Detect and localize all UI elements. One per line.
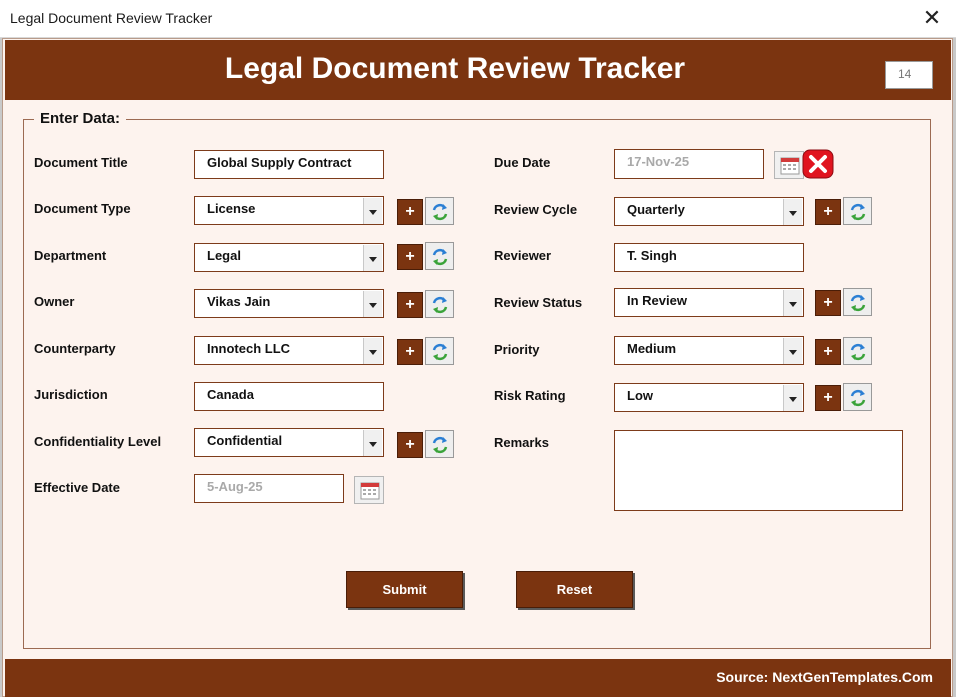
form-header: Legal Document Review Tracker 14 — [5, 40, 951, 100]
counterparty-label: Counterparty — [34, 341, 116, 356]
owner-label: Owner — [34, 294, 75, 309]
jurisdiction-value: Canada — [207, 387, 254, 402]
add-risk-rating-button[interactable]: + — [815, 385, 841, 411]
reviewer-value: T. Singh — [627, 248, 677, 263]
department-value: Legal — [207, 248, 241, 263]
chevron-down-icon[interactable] — [363, 430, 382, 456]
add-review-status-button[interactable]: + — [815, 290, 841, 316]
document-title-value: Global Supply Contract — [207, 155, 352, 170]
document-title-input[interactable]: Global Supply Contract — [194, 150, 384, 179]
due-date-label: Due Date — [494, 155, 551, 170]
risk-rating-select[interactable]: Low — [614, 383, 804, 412]
confidentiality-level-label: Confidentiality Level — [34, 434, 162, 449]
refresh-icon[interactable] — [425, 242, 454, 270]
review-cycle-select[interactable]: Quarterly — [614, 197, 804, 226]
window-titlebar: Legal Document Review Tracker ✕ — [0, 0, 956, 38]
review-cycle-label: Review Cycle — [494, 202, 578, 217]
window-title: Legal Document Review Tracker — [10, 10, 213, 26]
due-date-value: 17-Nov-25 — [627, 154, 690, 169]
add-document-type-button[interactable]: + — [397, 199, 423, 225]
record-counter: 14 — [885, 61, 933, 89]
risk-rating-value: Low — [627, 388, 653, 403]
priority-label: Priority — [494, 342, 540, 357]
effective-date-input[interactable]: 5-Aug-25 — [194, 474, 344, 503]
refresh-icon[interactable] — [425, 290, 454, 318]
refresh-icon[interactable] — [843, 197, 872, 225]
source-credit: Source: NextGenTemplates.Com — [716, 669, 933, 685]
effective-date-label: Effective Date — [34, 480, 120, 495]
chevron-down-icon[interactable] — [363, 245, 382, 271]
clear-x-icon[interactable] — [802, 149, 834, 179]
owner-select[interactable]: Vikas Jain — [194, 289, 384, 318]
remarks-textarea[interactable] — [614, 430, 903, 511]
jurisdiction-input[interactable]: Canada — [194, 382, 384, 411]
review-status-label: Review Status — [494, 295, 583, 310]
chevron-down-icon[interactable] — [363, 291, 382, 317]
department-label: Department — [34, 248, 107, 263]
calendar-icon[interactable] — [774, 151, 804, 179]
effective-date-value: 5-Aug-25 — [207, 479, 263, 494]
close-icon[interactable]: ✕ — [916, 3, 948, 33]
jurisdiction-label: Jurisdiction — [34, 387, 108, 402]
reset-button[interactable]: Reset — [516, 571, 633, 608]
frame-legend: Enter Data: — [34, 110, 127, 127]
calendar-icon[interactable] — [354, 476, 384, 504]
confidentiality-level-value: Confidential — [207, 433, 283, 448]
refresh-icon[interactable] — [843, 337, 872, 365]
add-priority-button[interactable]: + — [815, 339, 841, 365]
refresh-icon[interactable] — [843, 383, 872, 411]
review-status-value: In Review — [627, 293, 687, 308]
document-title-label: Document Title — [34, 155, 128, 170]
page-title: Legal Document Review Tracker — [224, 52, 686, 85]
review-cycle-value: Quarterly — [627, 202, 685, 217]
add-review-cycle-button[interactable]: + — [815, 199, 841, 225]
review-status-select[interactable]: In Review — [614, 288, 804, 317]
counterparty-value: Innotech LLC — [207, 341, 291, 356]
owner-value: Vikas Jain — [207, 294, 271, 309]
add-owner-button[interactable]: + — [397, 292, 423, 318]
entry-form: Legal Document Review Tracker 14 Enter D… — [2, 38, 953, 697]
risk-rating-label: Risk Rating — [494, 388, 566, 403]
refresh-icon[interactable] — [425, 337, 454, 365]
refresh-icon[interactable] — [843, 288, 872, 316]
reviewer-input[interactable]: T. Singh — [614, 243, 804, 272]
counterparty-select[interactable]: Innotech LLC — [194, 336, 384, 365]
reviewer-label: Reviewer — [494, 248, 552, 263]
priority-select[interactable]: Medium — [614, 336, 804, 365]
form-footer: Source: NextGenTemplates.Com — [5, 659, 951, 697]
refresh-icon[interactable] — [425, 197, 454, 225]
confidentiality-level-select[interactable]: Confidential — [194, 428, 384, 457]
add-counterparty-button[interactable]: + — [397, 339, 423, 365]
chevron-down-icon[interactable] — [783, 290, 802, 316]
submit-button[interactable]: Submit — [346, 571, 463, 608]
document-type-value: License — [207, 201, 256, 216]
refresh-icon[interactable] — [425, 430, 454, 458]
document-type-label: Document Type — [34, 201, 131, 216]
chevron-down-icon[interactable] — [783, 338, 802, 364]
due-date-input[interactable]: 17-Nov-25 — [614, 149, 764, 179]
priority-value: Medium — [627, 341, 677, 356]
chevron-down-icon[interactable] — [363, 198, 382, 224]
add-confidentiality-button[interactable]: + — [397, 432, 423, 458]
chevron-down-icon[interactable] — [783, 199, 802, 225]
document-type-select[interactable]: License — [194, 196, 384, 225]
remarks-label: Remarks — [494, 435, 549, 450]
add-department-button[interactable]: + — [397, 244, 423, 270]
chevron-down-icon[interactable] — [363, 338, 382, 364]
chevron-down-icon[interactable] — [783, 385, 802, 411]
department-select[interactable]: Legal — [194, 243, 384, 272]
